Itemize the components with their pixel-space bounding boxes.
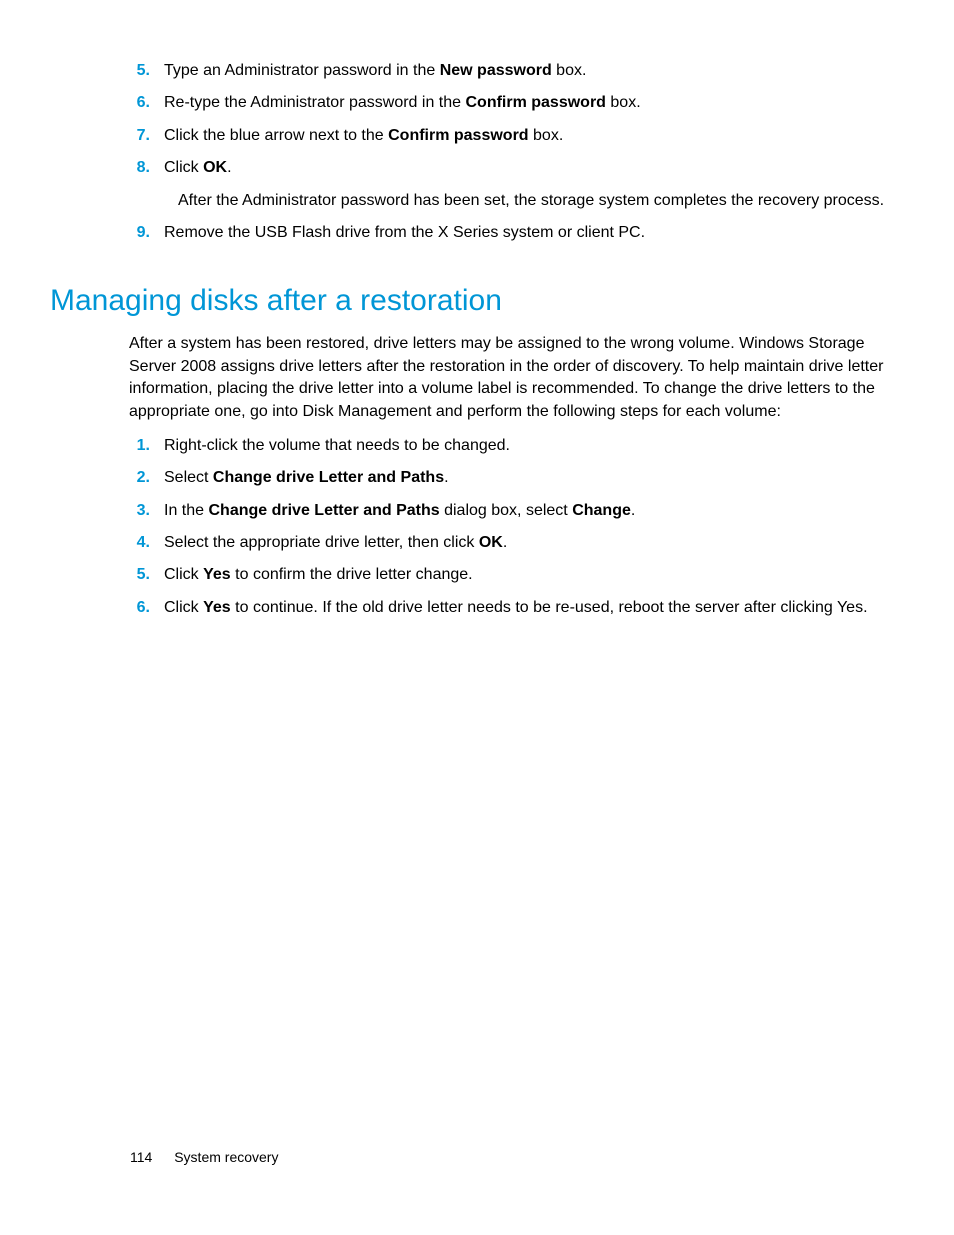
- list-text: Re-type the Administrator password in th…: [164, 92, 899, 114]
- list-number: 9.: [129, 222, 164, 244]
- list-text: Remove the USB Flash drive from the X Se…: [164, 222, 899, 244]
- ordered-list-2: 1. Right-click the volume that needs to …: [55, 435, 899, 619]
- list-number: 2.: [129, 467, 164, 489]
- list-text: Select Change drive Letter and Paths.: [164, 467, 899, 489]
- list-text: Click Yes to continue. If the old drive …: [164, 597, 899, 619]
- ordered-list-1: 5. Type an Administrator password in the…: [55, 60, 899, 244]
- list-number: 7.: [129, 125, 164, 147]
- page-footer: 114 System recovery: [130, 1149, 278, 1165]
- list-item: 4. Select the appropriate drive letter, …: [129, 532, 899, 554]
- list-item: 6. Re-type the Administrator password in…: [129, 92, 899, 114]
- list-number: 8.: [129, 157, 164, 179]
- list-text: Click Yes to confirm the drive letter ch…: [164, 564, 899, 586]
- footer-section: System recovery: [174, 1149, 278, 1165]
- list-number: 6.: [129, 92, 164, 114]
- list-number: 4.: [129, 532, 164, 554]
- list-text: In the Change drive Letter and Paths dia…: [164, 500, 899, 522]
- body-paragraph: After a system has been restored, drive …: [55, 333, 899, 423]
- list-item: 3. In the Change drive Letter and Paths …: [129, 500, 899, 522]
- list-text: Click OK.: [164, 157, 899, 179]
- list-number: 1.: [129, 435, 164, 457]
- list-item: 9. Remove the USB Flash drive from the X…: [129, 222, 899, 244]
- list-text: Select the appropriate drive letter, the…: [164, 532, 899, 554]
- list-item: 1. Right-click the volume that needs to …: [129, 435, 899, 457]
- list-subtext: After the Administrator password has bee…: [129, 190, 899, 212]
- list-item: 6. Click Yes to continue. If the old dri…: [129, 597, 899, 619]
- list-item: 5. Click Yes to confirm the drive letter…: [129, 564, 899, 586]
- list-number: 6.: [129, 597, 164, 619]
- list-number: 5.: [129, 60, 164, 82]
- list-item: 2. Select Change drive Letter and Paths.: [129, 467, 899, 489]
- list-item: 7. Click the blue arrow next to the Conf…: [129, 125, 899, 147]
- section-heading: Managing disks after a restoration: [50, 284, 899, 318]
- list-number: 5.: [129, 564, 164, 586]
- list-text: Click the blue arrow next to the Confirm…: [164, 125, 899, 147]
- list-item: 5. Type an Administrator password in the…: [129, 60, 899, 82]
- list-item: 8. Click OK.: [129, 157, 899, 179]
- list-number: 3.: [129, 500, 164, 522]
- list-text: Right-click the volume that needs to be …: [164, 435, 899, 457]
- list-text: Type an Administrator password in the Ne…: [164, 60, 899, 82]
- page-number: 114: [130, 1149, 152, 1165]
